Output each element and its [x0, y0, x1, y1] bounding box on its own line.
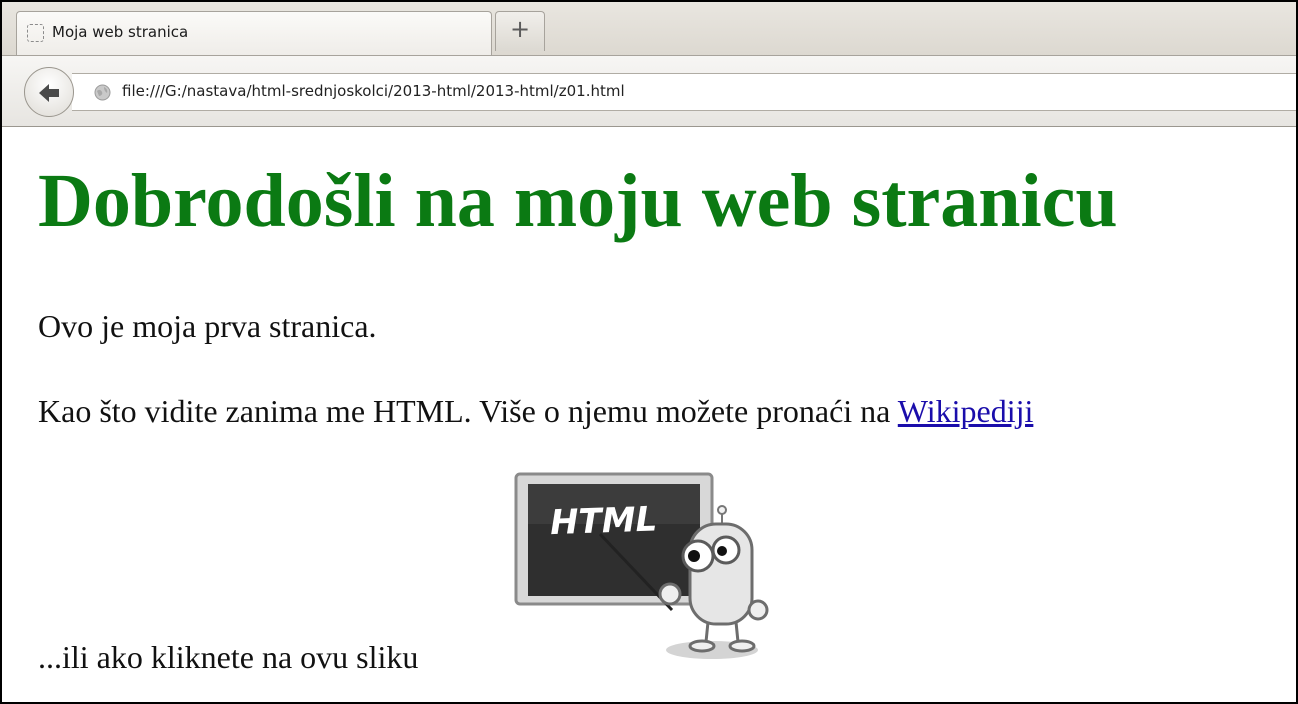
- robot-antenna-tip: [717, 505, 727, 515]
- page-favicon-icon: [27, 24, 44, 42]
- navigation-bar: file:///G:/nastava/html-srednjoskolci/20…: [2, 55, 1296, 127]
- tab-active[interactable]: Moja web stranica: [16, 11, 492, 55]
- tab-title: Moja web stranica: [52, 23, 189, 41]
- globe-icon: [94, 84, 111, 101]
- html-robot-image[interactable]: HTML: [512, 470, 772, 665]
- robot-pupil-right: [717, 546, 727, 556]
- page-content: Dobrodošli na moju web stranicu Ovo je m…: [2, 127, 1296, 702]
- back-button[interactable]: [24, 67, 74, 117]
- paragraph-image: ...ili ako kliknete na ovu sliku: [38, 639, 419, 675]
- robot-leg-left: [704, 621, 710, 643]
- wikipedia-link[interactable]: Wikipediji: [898, 393, 1034, 429]
- paragraph-html: Kao što vidite zanima me HTML. Više o nj…: [38, 395, 1033, 427]
- robot-foot-right: [728, 639, 756, 653]
- robot-pupil-left: [688, 550, 700, 562]
- back-arrow-icon: [39, 84, 59, 102]
- robot-hand-left: [658, 582, 682, 606]
- robot-foot-left: [688, 639, 716, 653]
- url-bar[interactable]: file:///G:/nastava/html-srednjoskolci/20…: [72, 73, 1296, 111]
- page-heading: Dobrodošli na moju web stranicu: [38, 159, 1118, 243]
- robot-hand-right: [747, 599, 769, 621]
- paragraph-html-text: Kao što vidite zanima me HTML. Više o nj…: [38, 393, 891, 429]
- robot-leg-right: [734, 621, 740, 643]
- paragraph-intro: Ovo je moja prva stranica.: [38, 308, 377, 344]
- browser-window: Moja web stranica + file:///G:/nastava/h…: [0, 0, 1298, 704]
- url-text: file:///G:/nastava/html-srednjoskolci/20…: [122, 82, 625, 100]
- new-tab-button[interactable]: +: [495, 11, 545, 51]
- tab-strip: Moja web stranica +: [2, 2, 1296, 57]
